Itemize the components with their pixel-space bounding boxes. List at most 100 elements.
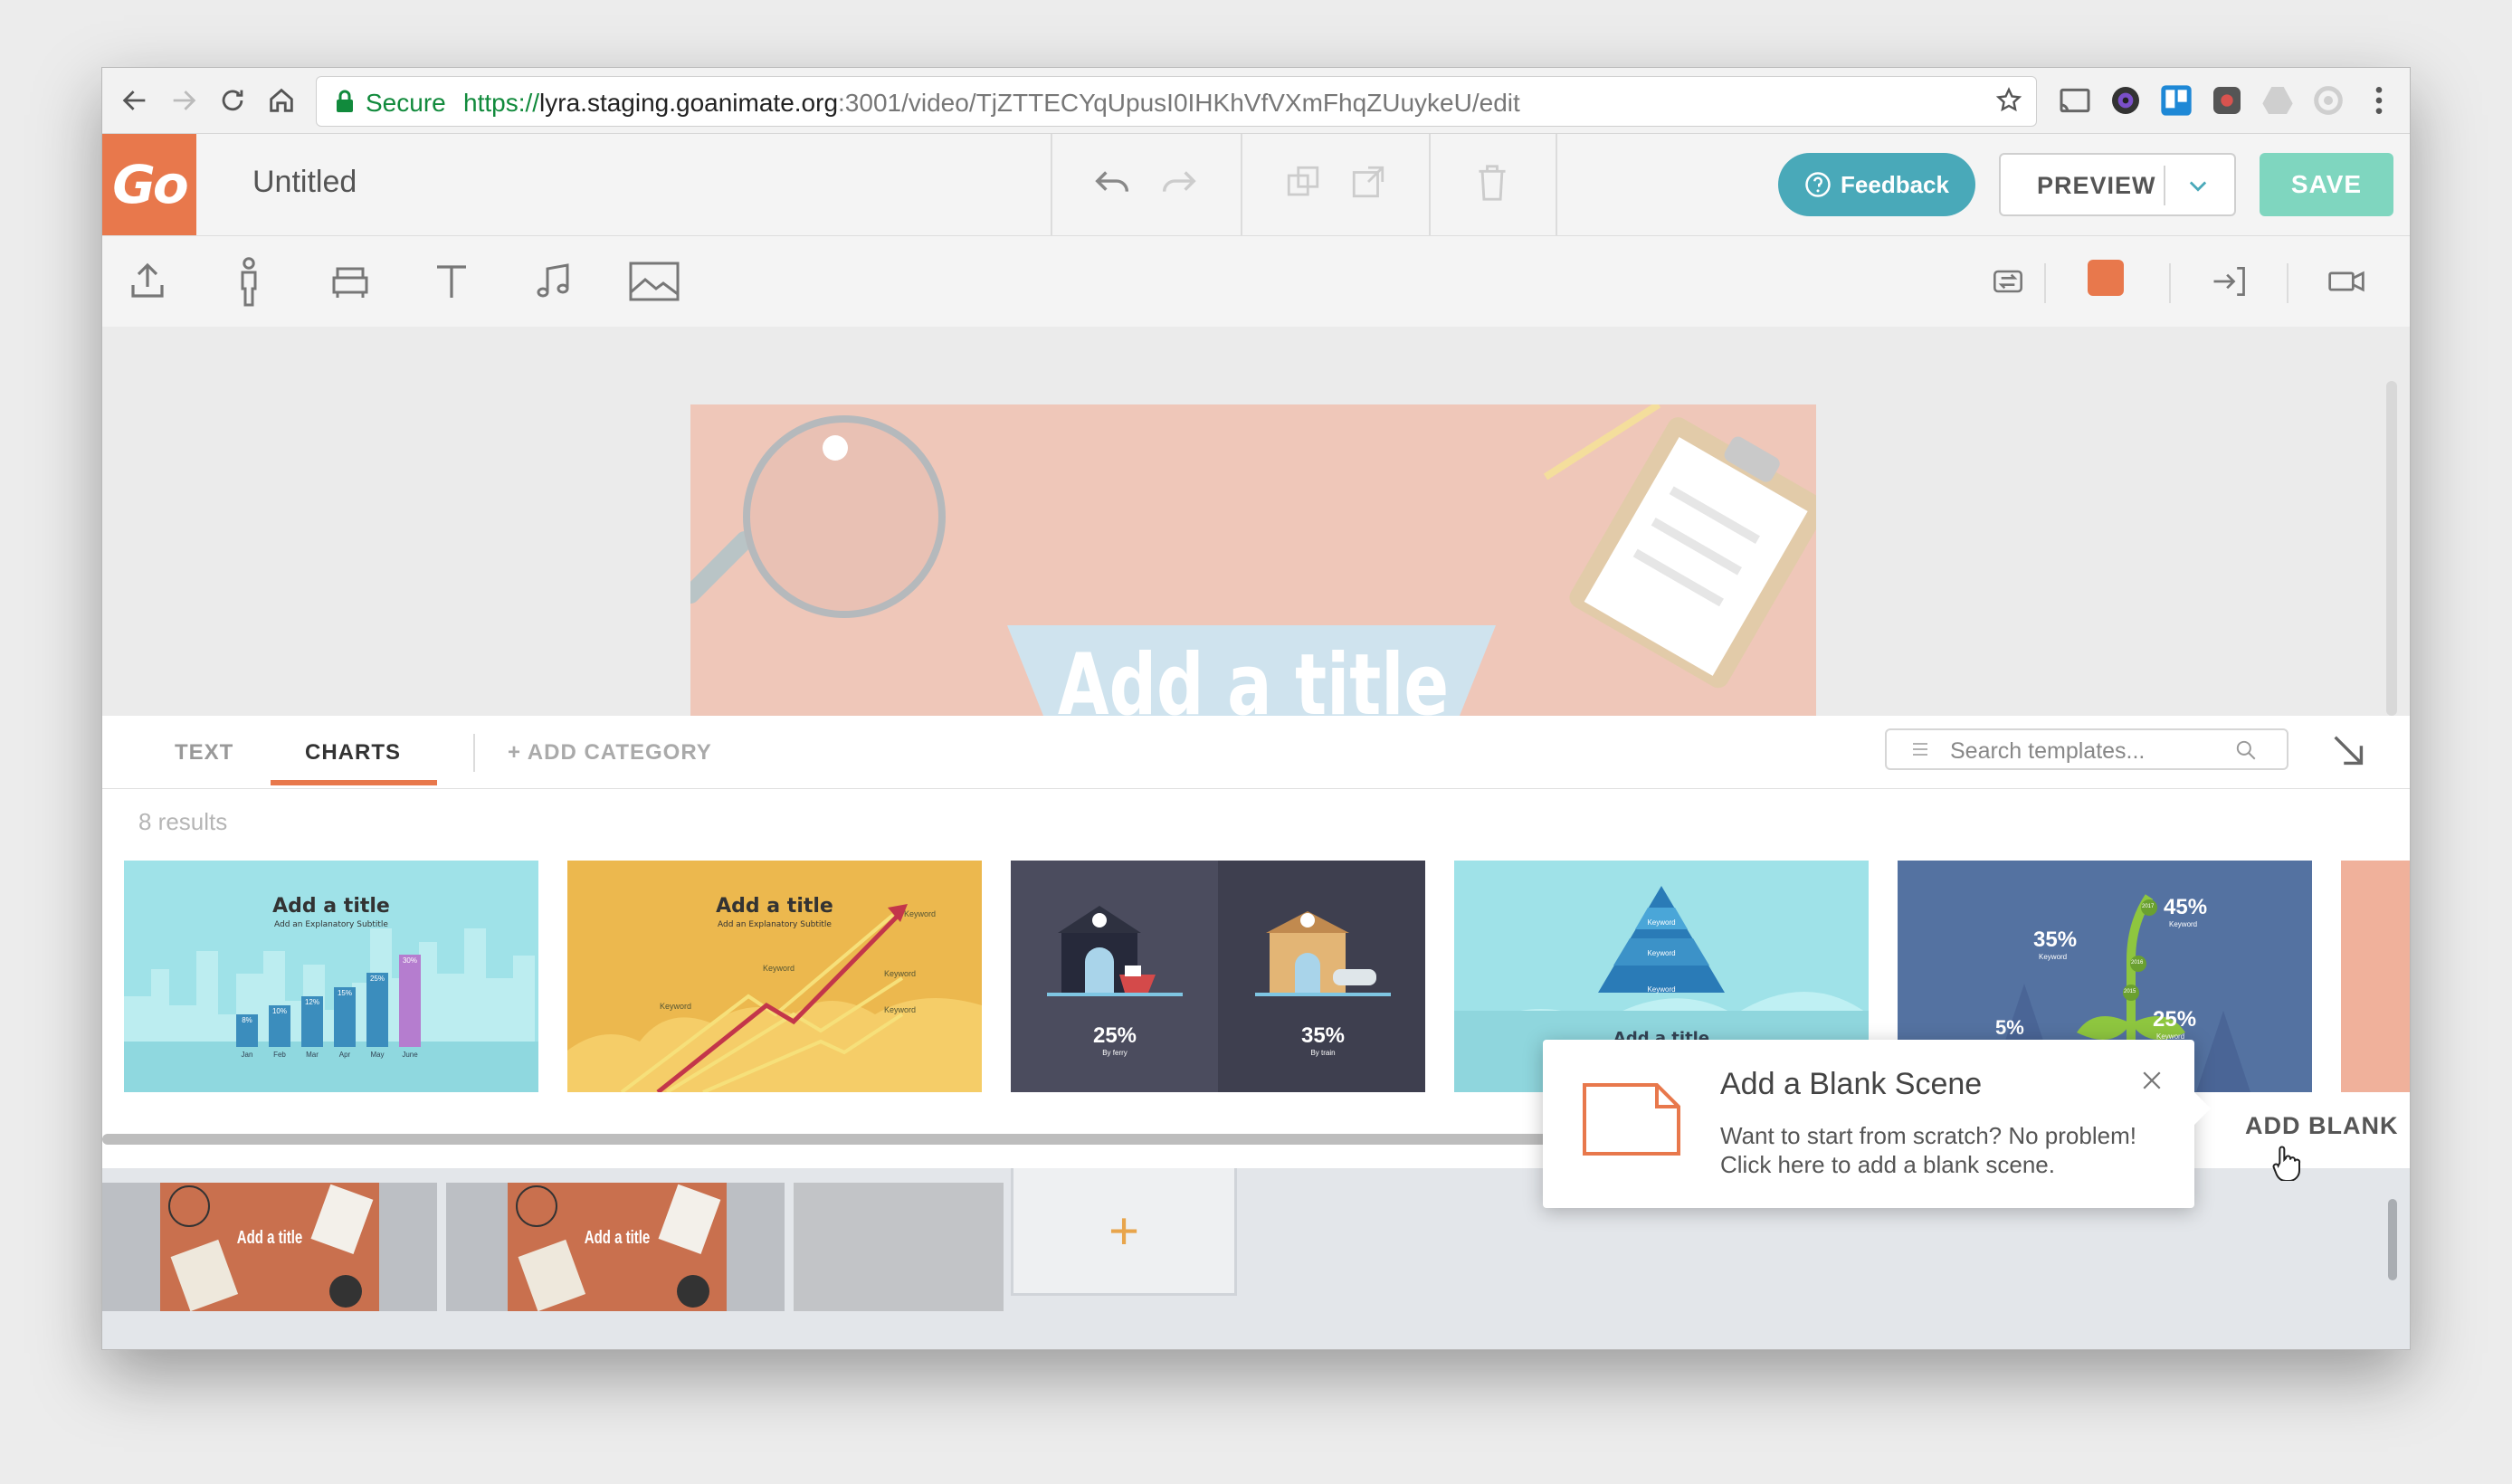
keyword-label: Keyword xyxy=(660,1002,692,1011)
keyword-label: Keyword xyxy=(1647,985,1676,994)
blank-scene-icon xyxy=(1581,1081,1682,1162)
transport-illustration xyxy=(1047,906,1391,996)
divider xyxy=(1429,134,1431,235)
template-thumb[interactable] xyxy=(2341,861,2410,1092)
divider xyxy=(1556,134,1557,235)
template-thumb[interactable]: 25% By ferry 35% By train xyxy=(1011,861,1425,1092)
keyword-label: Keyword xyxy=(2169,920,2198,928)
scene-thumb[interactable]: Add a title xyxy=(446,1183,785,1311)
music-icon[interactable] xyxy=(528,256,578,307)
scene-preview: Add a title xyxy=(160,1183,379,1311)
drive-icon[interactable] xyxy=(2260,82,2296,119)
month-label: Feb xyxy=(273,1051,286,1059)
template-thumb[interactable]: Add a title Add an Explanatory Subtitle … xyxy=(567,861,982,1092)
scene-thumb[interactable]: Add a title xyxy=(102,1183,437,1311)
collapse-panel-icon[interactable] xyxy=(2328,730,2370,776)
divider xyxy=(2287,263,2288,303)
slide-canvas[interactable]: Add a title xyxy=(690,404,1816,716)
address-bar[interactable]: Secure https://lyra.staging.goanimate.or… xyxy=(316,76,2037,127)
thumb-subtitle: Add an Explanatory Subtitle xyxy=(718,920,832,929)
horizontal-scrollbar[interactable] xyxy=(102,1134,1731,1145)
template-thumb[interactable]: Add a title Add an Explanatory Subtitle … xyxy=(124,861,538,1092)
browser-window: Secure https://lyra.staging.goanimate.or… xyxy=(101,67,2411,1350)
camera-icon[interactable] xyxy=(2321,256,2372,307)
month-label: Apr xyxy=(338,1051,351,1059)
divider xyxy=(2044,263,2046,303)
trello-icon[interactable] xyxy=(2158,82,2194,119)
enter-icon[interactable] xyxy=(2203,256,2254,307)
chevron-down-icon[interactable] xyxy=(2185,173,2211,203)
character-icon[interactable] xyxy=(224,256,274,307)
tab-text[interactable]: TEXT xyxy=(175,740,233,766)
stat-value: 45% xyxy=(2164,895,2208,919)
scene-preview: Add a title xyxy=(508,1183,727,1311)
filter-icon[interactable] xyxy=(1910,739,1930,764)
close-icon[interactable] xyxy=(2138,1067,2165,1099)
swap-icon[interactable] xyxy=(1983,256,2033,307)
image-icon[interactable] xyxy=(629,256,680,307)
search-icon[interactable] xyxy=(2234,738,2258,766)
keyword-label: Keyword xyxy=(884,1005,917,1014)
camera-extension-icon[interactable] xyxy=(2108,82,2144,119)
save-button[interactable]: SAVE xyxy=(2260,153,2393,216)
keyword-label: Keyword xyxy=(904,909,937,918)
scene-title: Add a title xyxy=(236,1228,303,1248)
upload-icon[interactable] xyxy=(122,256,173,307)
bar-label: 15% xyxy=(337,989,352,997)
feedback-button[interactable]: Feedback xyxy=(1778,153,1975,216)
url-text: https://lyra.staging.goanimate.org:3001/… xyxy=(463,89,1520,117)
back-icon[interactable] xyxy=(113,79,157,122)
plus-icon: + xyxy=(508,740,528,765)
prop-icon[interactable] xyxy=(325,256,376,307)
divider xyxy=(473,734,475,772)
preview-button[interactable]: PREVIEW xyxy=(1999,153,2236,216)
expand-icon[interactable] xyxy=(1349,163,1387,205)
add-category-button[interactable]: + ADD CATEGORY xyxy=(508,740,712,766)
month-label: June xyxy=(402,1051,418,1059)
color-swatch[interactable] xyxy=(2088,260,2124,296)
evernote-icon[interactable] xyxy=(2209,82,2245,119)
reload-icon[interactable] xyxy=(211,79,254,122)
hand-cursor-icon xyxy=(2270,1145,2301,1185)
stat-value: 5% xyxy=(1995,1016,2024,1039)
document-title[interactable]: Untitled xyxy=(252,165,357,200)
browser-toolbar: Secure https://lyra.staging.goanimate.or… xyxy=(102,68,2410,134)
bar-label: 10% xyxy=(271,1007,287,1015)
divider xyxy=(2164,166,2165,205)
browser-menu-icon[interactable] xyxy=(2361,82,2397,119)
cast-icon[interactable] xyxy=(2057,82,2093,119)
divider xyxy=(1051,134,1052,235)
duplicate-icon[interactable] xyxy=(1284,163,1322,205)
slide-title[interactable]: Add a title xyxy=(814,636,1692,716)
scene-title: Add a title xyxy=(584,1228,651,1248)
app-header: Go Untitled Feedback PREVIEW SAVE xyxy=(102,134,2410,236)
stat-value: 25% xyxy=(2153,1007,2197,1032)
text-icon[interactable] xyxy=(426,256,477,307)
add-scene-button[interactable]: + xyxy=(1011,1168,1237,1296)
stage-scrollbar[interactable] xyxy=(2386,381,2397,716)
preview-label: PREVIEW xyxy=(2037,172,2156,199)
redo-icon[interactable] xyxy=(1157,165,1199,205)
bookmark-star-icon[interactable] xyxy=(1994,86,2023,119)
forward-icon[interactable] xyxy=(162,79,205,122)
add-blank-button[interactable]: ADD BLANK xyxy=(2245,1112,2398,1140)
home-icon[interactable] xyxy=(260,79,303,122)
bar-label: 12% xyxy=(304,998,319,1006)
bar-label: 25% xyxy=(369,975,385,983)
bar-label: 30% xyxy=(402,956,417,965)
search-input[interactable]: Search templates... xyxy=(1885,728,2288,770)
app-logo[interactable]: Go xyxy=(102,134,196,235)
tab-charts[interactable]: CHARTS xyxy=(305,740,401,766)
month-label: May xyxy=(370,1051,385,1059)
undo-icon[interactable] xyxy=(1092,165,1134,205)
scene-thumb-blank[interactable] xyxy=(794,1183,1004,1311)
bar xyxy=(399,955,421,1047)
library-tabs: TEXT CHARTS + ADD CATEGORY Search templa… xyxy=(102,716,2410,789)
filmstrip-scrollbar[interactable] xyxy=(2388,1199,2397,1280)
trash-icon[interactable] xyxy=(1474,163,1510,207)
secure-label: Secure xyxy=(366,89,446,117)
search-placeholder: Search templates... xyxy=(1950,738,2146,764)
settings-extension-icon[interactable] xyxy=(2310,82,2346,119)
bar xyxy=(366,973,388,1047)
stat-caption: By ferry xyxy=(1102,1049,1128,1057)
